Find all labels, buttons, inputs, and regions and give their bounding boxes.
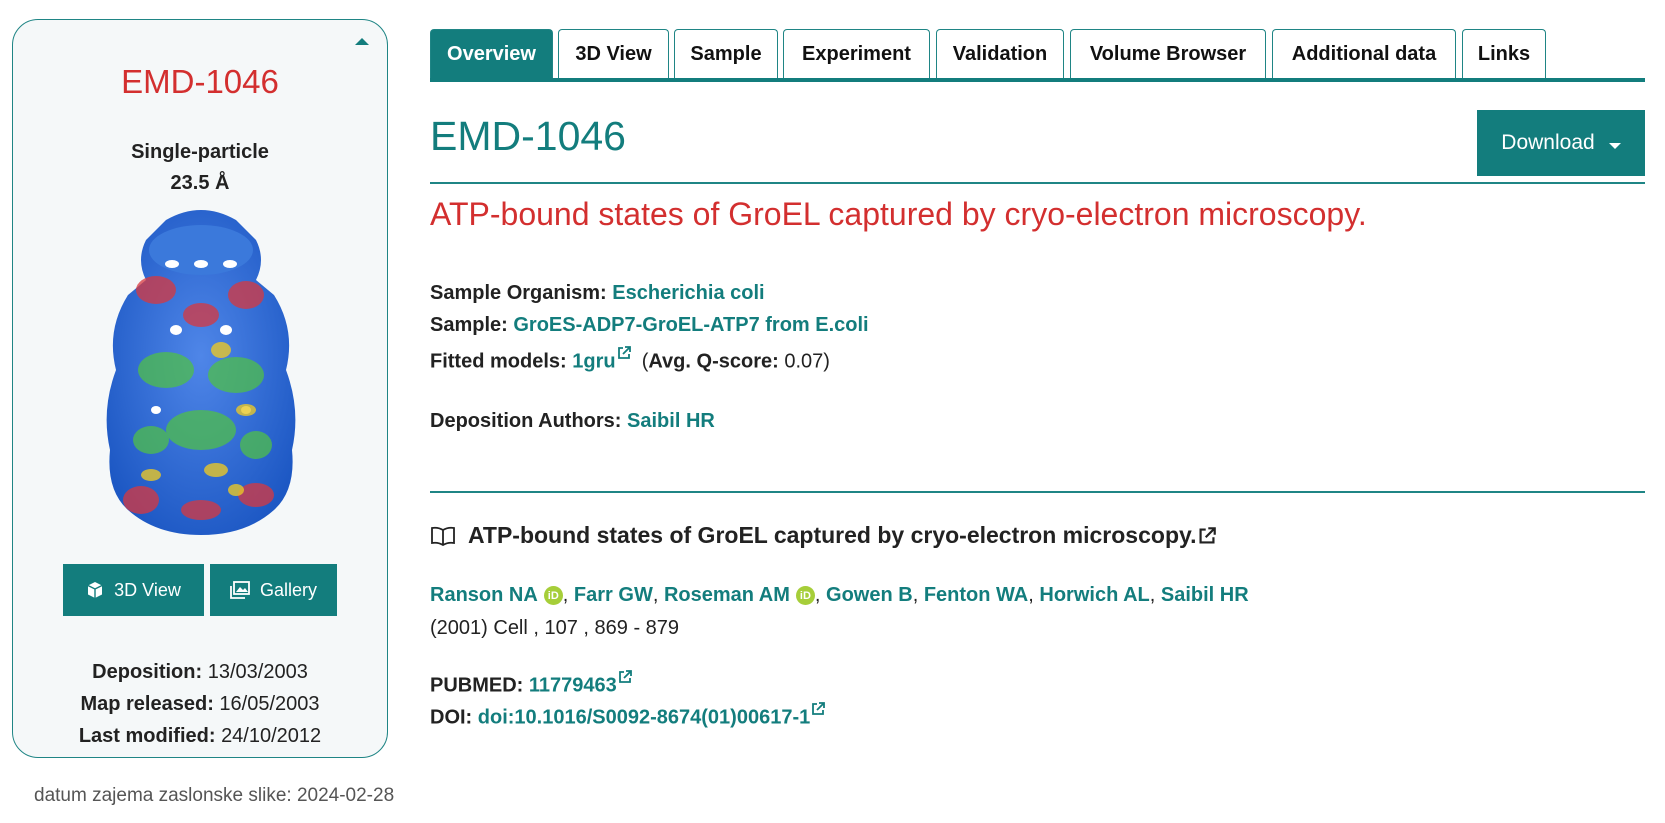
released-label: Map released:: [80, 693, 214, 715]
author-link[interactable]: Gowen B: [826, 584, 913, 607]
download-button[interactable]: Download: [1477, 110, 1645, 176]
entry-summary-card: EMD-1046 Single-particle 23.5 Å 3D View …: [12, 19, 388, 758]
chevron-down-icon: [1608, 143, 1621, 149]
doi-label: DOI:: [430, 706, 473, 729]
sample-organism-row: Sample Organism: Escherichia coli: [430, 282, 765, 305]
card-gallery-label: Gallery: [259, 579, 317, 600]
external-link-icon: [618, 670, 632, 683]
tab-additional-data[interactable]: Additional data: [1272, 29, 1456, 78]
orcid-icon[interactable]: iD: [795, 586, 815, 605]
card-3d-view-button[interactable]: 3D View: [63, 564, 204, 616]
card-method: Single-particle: [131, 141, 269, 163]
deposition-authors-label: Deposition Authors:: [430, 410, 622, 432]
tab-3d-view[interactable]: 3D View: [558, 29, 669, 78]
author-link[interactable]: Saibil HR: [1161, 584, 1249, 607]
author-link[interactable]: Horwich AL: [1039, 584, 1149, 607]
modified-value: 24/10/2012: [221, 725, 322, 747]
fitted-models-label: Fitted models:: [430, 350, 567, 373]
header-divider: [430, 182, 1645, 184]
card-resolution: 23.5 Å: [170, 172, 230, 194]
tab-validation[interactable]: Validation: [936, 29, 1064, 78]
entry-title: ATP-bound states of GroEL captured by cr…: [430, 196, 1367, 232]
map-thumbnail-image[interactable]: [96, 200, 306, 540]
modified-label: Last modified:: [78, 725, 216, 747]
doi-link[interactable]: doi:10.1016/S0092-8674(01)00617-1: [478, 707, 810, 729]
card-3d-view-label: 3D View: [114, 579, 181, 600]
fitted-model-link[interactable]: 1gru: [572, 351, 615, 373]
publication-title: ATP-bound states of GroEL captured by cr…: [468, 522, 1197, 548]
tab-bar: Overview 3D View Sample Experiment Valid…: [430, 29, 1645, 82]
collapse-caret-icon[interactable]: [355, 38, 369, 45]
download-label: Download: [1501, 131, 1595, 154]
card-dates: Deposition: 13/03/2003 Map released: 16/…: [13, 656, 387, 752]
sample-organism-link[interactable]: Escherichia coli: [612, 282, 764, 304]
tab-links[interactable]: Links: [1462, 29, 1546, 78]
author-link[interactable]: Ranson NA: [430, 584, 538, 607]
card-gallery-button[interactable]: Gallery: [210, 564, 337, 616]
gallery-icon: [230, 581, 250, 599]
deposition-label: Deposition:: [92, 661, 203, 683]
tab-overview[interactable]: Overview: [430, 29, 553, 78]
orcid-icon[interactable]: iD: [543, 586, 563, 605]
cube-icon: [87, 582, 103, 598]
book-icon: [431, 526, 455, 546]
author-link[interactable]: Fenton WA: [924, 584, 1028, 607]
publication-citation: (2001) Cell , 107 , 869 - 879: [430, 617, 680, 639]
fitted-models-row: Fitted models: 1gru (Avg. Q-score: 0.07): [430, 346, 830, 374]
released-value: 16/05/2003: [219, 693, 320, 715]
external-link-icon[interactable]: [1198, 526, 1217, 545]
doi-row: DOI: doi:10.1016/S0092-8674(01)00617-1: [430, 702, 826, 730]
capture-date-note: datum zajema zaslonske slike: 2024-02-28: [34, 785, 395, 806]
publication-authors: Ranson NA iD, Farr GW, Roseman AM iD, Go…: [430, 584, 1249, 607]
author-link[interactable]: Roseman AM: [664, 584, 790, 607]
deposition-date: Deposition: 13/03/2003: [13, 656, 387, 688]
sample-row: Sample: GroES-ADP7-GroEL-ATP7 from E.col…: [430, 314, 869, 337]
modified-date: Last modified: 24/10/2012: [13, 720, 387, 752]
sample-label: Sample:: [430, 314, 508, 336]
tab-bar-underline: [430, 78, 1645, 82]
author-link[interactable]: Farr GW: [574, 584, 653, 607]
tab-volume-browser[interactable]: Volume Browser: [1070, 29, 1266, 78]
deposition-value: 13/03/2003: [207, 661, 308, 683]
section-divider: [430, 491, 1645, 493]
deposition-author-link[interactable]: Saibil HR: [627, 410, 715, 432]
pubmed-row: PUBMED: 11779463: [430, 670, 632, 698]
card-button-group: 3D View Gallery: [63, 564, 337, 616]
pubmed-link[interactable]: 11779463: [529, 675, 617, 697]
qscore-label: Avg. Q-score:: [648, 350, 779, 373]
released-date: Map released: 16/05/2003: [13, 688, 387, 720]
external-link-icon: [812, 702, 826, 715]
publication-title-row: ATP-bound states of GroEL captured by cr…: [430, 522, 1217, 549]
card-entry-id: EMD-1046: [121, 63, 279, 100]
deposition-authors-row: Deposition Authors: Saibil HR: [430, 410, 715, 433]
sample-organism-label: Sample Organism:: [430, 282, 607, 304]
external-link-icon: [617, 346, 631, 359]
qscore-value: 0.07: [784, 350, 824, 373]
tab-experiment[interactable]: Experiment: [783, 29, 930, 78]
pubmed-label: PUBMED:: [430, 674, 524, 697]
sample-link[interactable]: GroES-ADP7-GroEL-ATP7 from E.coli: [513, 314, 868, 336]
tab-sample[interactable]: Sample: [674, 29, 778, 78]
page-title: EMD-1046: [430, 113, 626, 159]
